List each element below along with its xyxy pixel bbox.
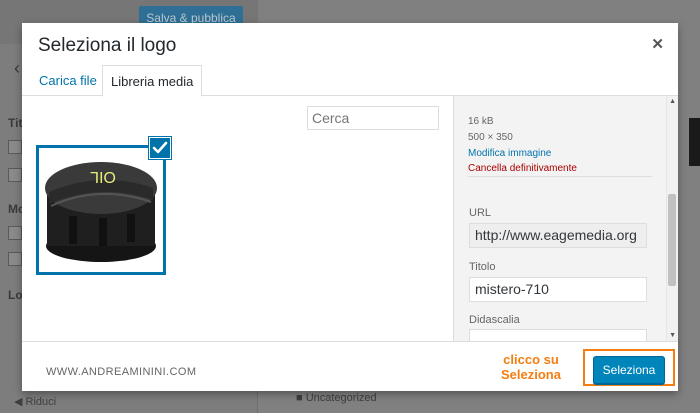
tab-upload-files[interactable]: Carica file bbox=[31, 65, 105, 96]
bg-field bbox=[8, 140, 22, 154]
oil-cap-text: OIL bbox=[90, 168, 116, 185]
caption-field[interactable] bbox=[469, 329, 647, 341]
media-library-grid: OIL bbox=[22, 96, 453, 341]
modal-title: Seleziona il logo bbox=[38, 35, 177, 56]
title-label: Titolo bbox=[469, 261, 496, 273]
divider bbox=[468, 176, 652, 177]
watermark: WWW.ANDREAMININI.COM bbox=[46, 366, 197, 378]
search-input[interactable] bbox=[307, 106, 439, 130]
modal-footer: WWW.ANDREAMININI.COM clicco su Seleziona… bbox=[22, 341, 678, 391]
caption-label: Didascalia bbox=[469, 314, 520, 326]
scroll-up-icon[interactable]: ▲ bbox=[669, 98, 676, 105]
bg-checkbox bbox=[8, 252, 22, 266]
sidebar-scrollbar[interactable]: ▲ ▼ bbox=[666, 96, 678, 341]
annotation-callout: clicco su Seleziona bbox=[496, 352, 566, 382]
url-label: URL bbox=[469, 207, 492, 219]
delete-permanently-link[interactable]: Cancella definitivamente bbox=[468, 163, 577, 174]
oil-cap-image: OIL bbox=[39, 148, 163, 272]
category-item: ■ Uncategorized bbox=[296, 392, 377, 404]
file-dimensions: 500 × 350 bbox=[468, 132, 513, 143]
bg-field bbox=[8, 226, 22, 240]
modal-tabs: Carica file Libreria media bbox=[22, 65, 678, 97]
file-size: 16 kB bbox=[468, 116, 494, 127]
annotation-line: Seleziona bbox=[501, 367, 561, 382]
attachment-thumbnail[interactable]: OIL bbox=[36, 145, 166, 275]
close-icon[interactable]: ✕ bbox=[651, 35, 664, 53]
title-field[interactable]: mistero-710 bbox=[469, 277, 647, 302]
bg-label: Tit bbox=[8, 116, 23, 130]
tab-media-library[interactable]: Libreria media bbox=[102, 65, 203, 97]
scrollbar-thumb[interactable] bbox=[668, 194, 676, 286]
bg-label: Lo bbox=[8, 288, 23, 302]
preview-dark-element bbox=[689, 118, 700, 166]
scroll-down-icon[interactable]: ▼ bbox=[669, 332, 676, 339]
select-button[interactable]: Seleziona bbox=[593, 356, 665, 384]
selected-check-icon[interactable] bbox=[149, 137, 171, 159]
edit-image-link[interactable]: Modifica immagine bbox=[468, 148, 551, 159]
annotation-line: clicco su bbox=[503, 352, 559, 367]
collapse-button: ◀ Riduci bbox=[14, 396, 57, 408]
attachment-details: 16 kB 500 × 350 Modifica immagine Cancel… bbox=[453, 96, 678, 341]
media-modal: Seleziona il logo ✕ Carica file Libreria… bbox=[22, 23, 678, 391]
back-arrow-icon: ‹ bbox=[14, 58, 20, 78]
url-field[interactable]: http://www.eagemedia.org bbox=[469, 223, 647, 248]
bg-checkbox bbox=[8, 168, 22, 182]
